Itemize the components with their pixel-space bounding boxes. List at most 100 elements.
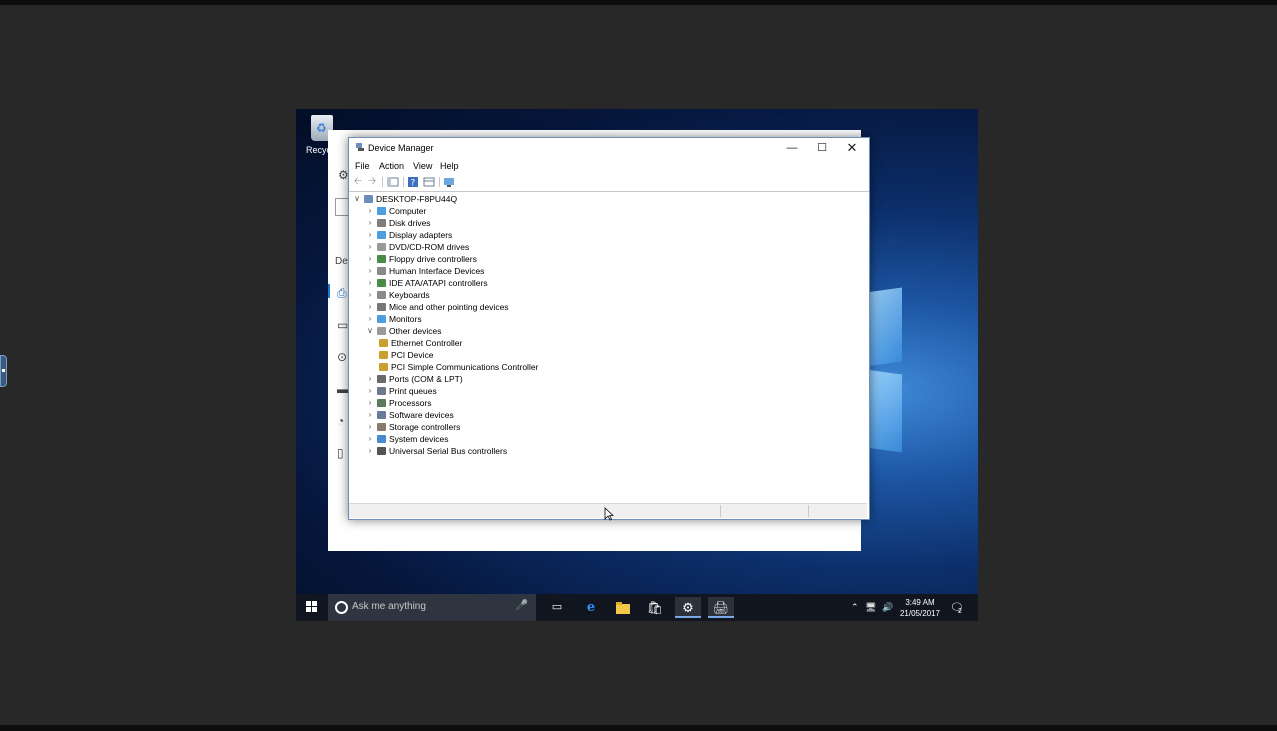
back-arrow-icon[interactable]: 🡠 xyxy=(352,176,364,188)
autoplay-icon[interactable]: ◔ xyxy=(337,414,344,428)
chevron-right-icon[interactable]: › xyxy=(366,313,374,325)
chevron-right-icon[interactable]: › xyxy=(366,289,374,301)
warning-icon xyxy=(379,351,388,359)
chevron-up-icon[interactable]: ⌃ xyxy=(851,602,859,621)
toolbar: 🡠 🡢 ? xyxy=(349,175,869,192)
forward-arrow-icon[interactable]: 🡢 xyxy=(366,176,378,188)
tree-node[interactable]: › Display adapters xyxy=(366,229,849,241)
tree-node[interactable]: › Monitors xyxy=(366,313,849,325)
close-button[interactable]: ✕ xyxy=(837,138,867,158)
file-explorer-icon[interactable] xyxy=(610,597,636,618)
status-divider xyxy=(808,505,809,517)
chip-icon xyxy=(377,279,386,287)
tree-node-label: Human Interface Devices xyxy=(389,266,485,276)
title-bar[interactable]: Device Manager — ☐ ✕ xyxy=(349,138,869,158)
tree-node-label: Floppy drive controllers xyxy=(389,254,477,264)
chevron-right-icon[interactable]: › xyxy=(366,205,374,217)
edge-browser-icon[interactable]: e xyxy=(578,597,604,618)
chevron-down-icon[interactable]: ∨ xyxy=(366,325,374,337)
menu-file[interactable]: File xyxy=(355,161,370,171)
printer-icon[interactable]: ⎙ xyxy=(337,286,347,301)
mouse-cursor-icon xyxy=(604,507,614,521)
tree-node[interactable]: › IDE ATA/ATAPI controllers xyxy=(366,277,849,289)
start-button[interactable] xyxy=(306,601,318,613)
tree-node[interactable]: › Print queues xyxy=(366,385,849,397)
tree-node[interactable]: PCI Device xyxy=(379,349,849,361)
device-tree[interactable]: ∨ DESKTOP-F8PU44Q › Computer › Disk drives › Di… xyxy=(349,193,867,493)
chevron-right-icon[interactable]: › xyxy=(366,229,374,241)
storage-icon xyxy=(377,423,386,431)
microphone-icon[interactable]: 🎤 xyxy=(516,600,528,611)
minimize-button[interactable]: — xyxy=(777,138,807,158)
device-manager-window[interactable]: Device Manager — ☐ ✕ File Action View He… xyxy=(348,137,870,520)
disk-icon xyxy=(377,219,386,227)
chevron-right-icon[interactable]: › xyxy=(366,265,374,277)
usb-icon[interactable]: ▯ xyxy=(337,446,344,460)
chevron-right-icon[interactable]: › xyxy=(366,409,374,421)
help-icon[interactable]: ? xyxy=(407,176,419,188)
tree-node[interactable]: PCI Simple Communications Controller xyxy=(379,361,849,373)
tree-node-label: Disk drives xyxy=(389,218,431,228)
tree-node[interactable]: Ethernet Controller xyxy=(379,337,849,349)
tree-node-label: Mice and other pointing devices xyxy=(389,302,509,312)
menu-view[interactable]: View xyxy=(413,161,432,171)
tree-node[interactable]: › Software devices xyxy=(366,409,849,421)
chevron-right-icon[interactable]: › xyxy=(366,421,374,433)
notification-count: 2 xyxy=(958,608,962,615)
tree-node[interactable]: › Disk drives xyxy=(366,217,849,229)
chevron-right-icon[interactable]: › xyxy=(366,277,374,289)
monitor-icon xyxy=(377,231,386,239)
properties-icon[interactable] xyxy=(423,176,435,188)
tree-node[interactable]: › Universal Serial Bus controllers xyxy=(366,445,849,457)
monitor-icon xyxy=(377,315,386,323)
settings-gear-icon[interactable]: ⚙ xyxy=(675,597,701,618)
taskbar: Ask me anything 🎤 ▭ e 🛍 ⚙ 🖨 ⌃ 🖥 🔊 3:49 A… xyxy=(296,594,978,621)
show-hide-console-tree-icon[interactable] xyxy=(387,176,399,188)
tree-node-label: Other devices xyxy=(389,326,442,336)
menu-bar: File Action View Help xyxy=(349,159,869,173)
window-title: Device Manager xyxy=(368,143,434,153)
tree-node[interactable]: ∨ DESKTOP-F8PU44Q xyxy=(353,193,849,205)
tree-node[interactable]: › Computer xyxy=(366,205,849,217)
tree-node[interactable]: › Storage controllers xyxy=(366,421,849,433)
maximize-button[interactable]: ☐ xyxy=(807,138,837,158)
network-icon[interactable]: 🖥 xyxy=(865,602,876,621)
tree-node[interactable]: › Keyboards xyxy=(366,289,849,301)
task-view-icon[interactable]: ▭ xyxy=(544,597,570,618)
menu-action[interactable]: Action xyxy=(379,161,404,171)
usb-icon xyxy=(377,447,386,455)
menu-help[interactable]: Help xyxy=(440,161,459,171)
side-panel-handle[interactable] xyxy=(0,355,7,387)
store-icon[interactable]: 🛍 xyxy=(642,597,668,618)
volume-icon[interactable]: 🔊 xyxy=(882,602,893,621)
tree-node[interactable]: › Floppy drive controllers xyxy=(366,253,849,265)
chevron-right-icon[interactable]: › xyxy=(366,445,374,457)
chevron-right-icon[interactable]: › xyxy=(366,433,374,445)
tree-node[interactable]: › Human Interface Devices xyxy=(366,265,849,277)
device-manager-taskbar-icon[interactable]: 🖨 xyxy=(708,597,734,618)
chevron-right-icon[interactable]: › xyxy=(366,373,374,385)
tree-node[interactable]: ∨ Other devices xyxy=(366,325,849,337)
tree-node[interactable]: › DVD/CD-ROM drives xyxy=(366,241,849,253)
tree-node[interactable]: › Mice and other pointing devices xyxy=(366,301,849,313)
chevron-right-icon[interactable]: › xyxy=(366,301,374,313)
clock[interactable]: 3:49 AM 21/05/2017 xyxy=(898,597,942,619)
tree-node[interactable]: › Processors xyxy=(366,397,849,409)
svg-text:?: ? xyxy=(411,179,416,189)
chevron-right-icon[interactable]: › xyxy=(366,253,374,265)
chevron-right-icon[interactable]: › xyxy=(366,385,374,397)
tree-node[interactable]: › System devices xyxy=(366,433,849,445)
cortana-search-box[interactable]: Ask me anything 🎤 xyxy=(328,594,536,621)
tree-node[interactable]: › Ports (COM & LPT) xyxy=(366,373,849,385)
chevron-down-icon[interactable]: ∨ xyxy=(353,193,361,205)
chevron-right-icon[interactable]: › xyxy=(366,217,374,229)
devices-icon[interactable]: ▭ xyxy=(337,318,348,332)
tree-node-label: Universal Serial Bus controllers xyxy=(389,446,508,456)
mouse-icon[interactable]: ⊙ xyxy=(337,350,347,364)
chevron-right-icon[interactable]: › xyxy=(366,397,374,409)
chevron-right-icon[interactable]: › xyxy=(366,241,374,253)
keyboard-icon xyxy=(377,291,386,299)
warning-icon xyxy=(379,339,388,347)
scan-hardware-changes-icon[interactable] xyxy=(443,176,455,188)
status-divider xyxy=(720,505,721,517)
